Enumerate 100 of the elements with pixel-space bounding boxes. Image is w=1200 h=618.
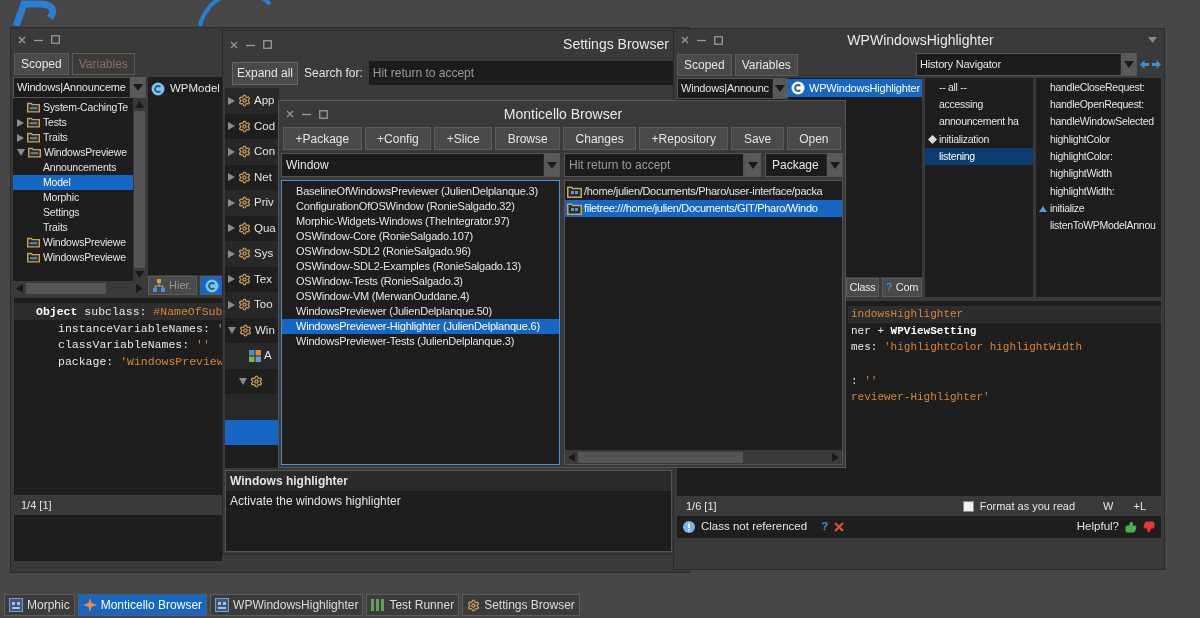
- package-item[interactable]: Tests: [13, 115, 133, 130]
- repository-item[interactable]: filetree:///home/julien/Documents/GIT/Pharo/Windo: [565, 200, 842, 217]
- history-navigator-dropdown[interactable]: History Navigator: [916, 53, 1137, 76]
- expand-arrow-icon[interactable]: [228, 122, 235, 131]
- expand-arrow-icon[interactable]: [228, 249, 235, 258]
- package-item[interactable]: WindowsPreviewe: [13, 250, 133, 265]
- setting-item[interactable]: A: [225, 343, 279, 369]
- class-view-button[interactable]: [199, 276, 224, 295]
- status-toggle-button[interactable]: W: [1097, 497, 1120, 515]
- setting-item[interactable]: [225, 419, 279, 445]
- method-item[interactable]: highlightColor: [1036, 130, 1161, 149]
- taskbar-button[interactable]: Test Runner: [366, 594, 460, 616]
- protocol-item[interactable]: initialization: [925, 130, 1033, 149]
- package-item[interactable]: OSWindow-Tests (RonieSalgado.3): [282, 274, 559, 289]
- scope-button[interactable]: Scoped: [14, 53, 69, 75]
- collapse-arrow-icon[interactable]: [228, 326, 236, 334]
- back-arrow-icon[interactable]: [1140, 60, 1149, 69]
- expand-arrow-icon[interactable]: [17, 118, 24, 127]
- class-item[interactable]: WPWindowsHighlighter: [788, 79, 922, 97]
- maximize-icon[interactable]: [263, 40, 272, 49]
- protocol-item[interactable]: -- all --: [925, 79, 1033, 97]
- package-item[interactable]: WindowsPreviewer-Highlighter (JulienDelplanque.6): [282, 319, 559, 334]
- package-item[interactable]: Traits: [13, 130, 133, 145]
- taskbar-button[interactable]: WPWindowsHighlighter: [210, 594, 364, 616]
- expand-all-button[interactable]: Expand all: [232, 61, 299, 85]
- expand-arrow-icon[interactable]: [228, 300, 235, 309]
- package-item[interactable]: WindowsPreviewe: [13, 235, 133, 250]
- repository-type-dropdown[interactable]: Package: [765, 153, 843, 177]
- code-editor[interactable]: indowsHighlighter ner + WPViewSetting mes: 'highlightColor highlightWidth : '' reviewer-Highlighter': [848, 301, 1161, 496]
- method-item[interactable]: highlightColor:: [1036, 148, 1161, 166]
- toolbar-button[interactable]: +Repository: [639, 127, 729, 150]
- expand-arrow-icon[interactable]: [228, 173, 235, 182]
- maximize-icon[interactable]: [319, 109, 328, 119]
- method-item[interactable]: listenToWPModelAnnou: [1036, 217, 1161, 235]
- help-button[interactable]: ?: [821, 518, 829, 536]
- toolbar-button[interactable]: Open: [786, 127, 841, 150]
- status-toggle-button[interactable]: +L: [1127, 497, 1152, 515]
- setting-item[interactable]: Priv: [225, 190, 279, 216]
- class-view-button[interactable]: Class: [846, 278, 879, 297]
- forward-arrow-icon[interactable]: [1152, 60, 1161, 69]
- setting-item[interactable]: Too: [225, 292, 279, 318]
- method-item[interactable]: handleCloseRequest:: [1036, 79, 1161, 97]
- taskbar-button[interactable]: Monticello Browser: [77, 594, 208, 616]
- close-icon[interactable]: [834, 522, 845, 532]
- package-item[interactable]: Morphic-Widgets-Windows (TheIntegrator.97): [282, 214, 559, 229]
- code-editor[interactable]: Object subclass: #NameOfSub instanceVariableNames: ' classVariableNames: '' package: 'WindowsPreview: [14, 298, 222, 495]
- package-item[interactable]: WindowsPreviewer (JulienDelplanque.50): [282, 304, 559, 319]
- toolbar-button[interactable]: +Package: [283, 127, 362, 150]
- close-icon[interactable]: [18, 35, 26, 44]
- expand-arrow-icon[interactable]: [228, 224, 235, 233]
- package-tag-item[interactable]: Traits: [13, 220, 133, 235]
- package-item[interactable]: System-CachingTe: [13, 100, 133, 115]
- maximize-icon[interactable]: [714, 35, 723, 45]
- taskbar-button[interactable]: Morphic: [4, 594, 75, 616]
- expand-arrow-icon[interactable]: [228, 147, 235, 156]
- toolbar-button[interactable]: Save: [731, 127, 784, 150]
- package-tag-item[interactable]: Morphic: [13, 190, 133, 205]
- scope-button[interactable]: Variables: [734, 53, 798, 76]
- package-item[interactable]: BaselineOfWindowsPreviewer (JulienDelplanque.3): [282, 184, 559, 199]
- scope-button[interactable]: Scoped: [677, 53, 732, 76]
- repository-filter-field[interactable]: Hit return to accept: [564, 153, 744, 177]
- protocol-item[interactable]: accessing: [925, 96, 1033, 114]
- class-view-button[interactable]: ? Com: [882, 278, 922, 297]
- setting-item[interactable]: Con: [225, 139, 279, 165]
- repository-item[interactable]: /home/julien/Documents/Pharo/user-interface/packa: [565, 183, 842, 200]
- package-tag-item[interactable]: Model: [13, 175, 133, 190]
- protocol-item[interactable]: announcement ha: [925, 113, 1033, 131]
- expand-arrow-icon[interactable]: [228, 275, 235, 284]
- taskbar-button[interactable]: Settings Browser: [462, 594, 580, 616]
- toolbar-button[interactable]: +Slice: [434, 127, 493, 150]
- search-field[interactable]: Hit return to accept: [368, 61, 673, 85]
- maximize-icon[interactable]: [51, 35, 60, 44]
- thumbs-up-icon[interactable]: [1125, 521, 1137, 533]
- method-item[interactable]: highlightWidth: [1036, 165, 1161, 183]
- method-item[interactable]: handleOpenRequest:: [1036, 96, 1161, 114]
- method-item[interactable]: handleWindowSelected: [1036, 113, 1161, 131]
- expand-arrow-icon[interactable]: [17, 133, 24, 142]
- package-tag-item[interactable]: Announcements: [13, 160, 133, 175]
- format-checkbox[interactable]: [962, 500, 974, 512]
- toolbar-button[interactable]: Changes: [563, 127, 637, 150]
- package-tag-item[interactable]: Settings: [13, 205, 133, 220]
- close-icon[interactable]: [286, 110, 294, 118]
- package-item[interactable]: OSWindow-VM (MerwanOuddane.4): [282, 289, 559, 304]
- package-item[interactable]: ConfigurationOfOSWindow (RonieSalgado.32): [282, 199, 559, 214]
- package-item[interactable]: OSWindow-SDL2-Examples (RonieSalgado.13): [282, 259, 559, 274]
- thumbs-down-icon[interactable]: [1143, 521, 1155, 533]
- filter-dropdown-button[interactable]: [744, 153, 761, 177]
- package-item[interactable]: WindowsPreviewer-Tests (JulienDelplanque.3): [282, 334, 559, 349]
- package-filter-dropdown[interactable]: Windows|Announceme: [13, 77, 146, 98]
- expand-arrow-icon[interactable]: [228, 96, 235, 105]
- toolbar-button[interactable]: +Config: [364, 127, 432, 150]
- window-menu-caret-icon[interactable]: [1148, 37, 1157, 43]
- protocol-item[interactable]: listening: [925, 148, 1033, 166]
- class-item[interactable]: WPModel: [148, 80, 222, 97]
- collapse-arrow-icon[interactable]: [17, 149, 25, 156]
- method-item[interactable]: initialize: [1036, 200, 1161, 218]
- package-item[interactable]: OSWindow-SDL2 (RonieSalgado.96): [282, 244, 559, 259]
- package-item[interactable]: OSWindow-Core (RonieSalgado.107): [282, 229, 559, 244]
- toolbar-button[interactable]: Browse: [495, 127, 561, 150]
- method-item[interactable]: highlightWidth:: [1036, 182, 1161, 201]
